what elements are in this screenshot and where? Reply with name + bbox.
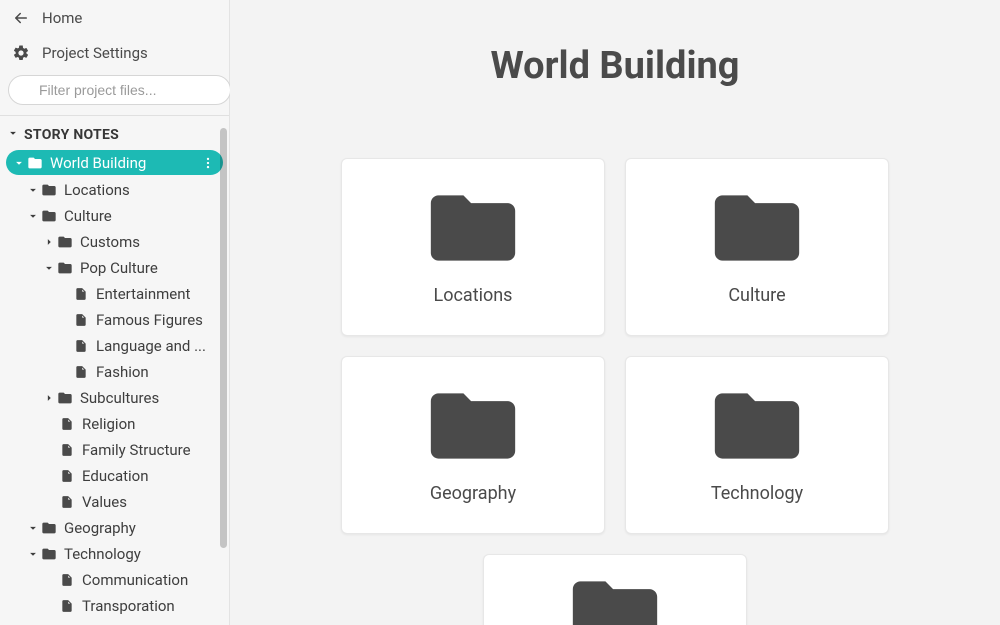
tree-item-culture[interactable]: Culture <box>6 203 223 228</box>
file-icon <box>58 599 76 613</box>
file-icon <box>58 469 76 483</box>
chevron-down-icon <box>6 126 20 144</box>
gear-icon <box>12 44 30 62</box>
chevron-down-icon <box>26 547 40 561</box>
nav-home[interactable]: Home <box>0 0 229 37</box>
tree-item-religion[interactable]: Religion <box>6 411 223 436</box>
tree-item-label: Values <box>82 493 217 511</box>
tree-item-label: Customs <box>80 233 217 251</box>
tree-item-label: Fashion <box>96 363 217 381</box>
tree-item-values[interactable]: Values <box>6 489 223 514</box>
file-icon <box>58 573 76 587</box>
folder-icon <box>569 575 661 625</box>
tree-item-technology[interactable]: Technology <box>6 541 223 566</box>
card-locations[interactable]: Locations <box>341 158 605 336</box>
filter-row <box>0 71 229 116</box>
folder-icon <box>56 390 74 406</box>
tree-item-subcultures[interactable]: Subcultures <box>6 385 223 410</box>
card-partial[interactable] <box>483 554 747 625</box>
file-icon <box>58 495 76 509</box>
sidebar: Home Project Settings STORY NOTES World … <box>0 0 230 625</box>
kebab-icon[interactable] <box>199 156 217 170</box>
tree-item-label: Pop Culture <box>80 259 217 277</box>
tree-item-locations[interactable]: Locations <box>6 177 223 202</box>
folder-icon <box>711 189 803 267</box>
filter-input[interactable] <box>8 75 231 105</box>
card-culture[interactable]: Culture <box>625 158 889 336</box>
file-icon <box>58 417 76 431</box>
folder-icon <box>427 387 519 465</box>
card-label: Culture <box>728 285 785 306</box>
tree-item-label: Subcultures <box>80 389 217 407</box>
chevron-down-icon <box>26 521 40 535</box>
card-label: Locations <box>434 285 513 306</box>
chevron-down-icon <box>12 156 26 170</box>
tree-section-header[interactable]: STORY NOTES <box>0 122 229 148</box>
card-geography[interactable]: Geography <box>341 356 605 534</box>
tree-item-latest-innovations[interactable]: Latest Innovations <box>6 619 223 625</box>
card-grid: Locations Culture Geography Technology <box>335 158 895 625</box>
folder-icon <box>427 189 519 267</box>
tree-item-label: Entertainment <box>96 285 217 303</box>
nav-home-label: Home <box>42 9 82 27</box>
folder-icon <box>711 387 803 465</box>
chevron-down-icon <box>42 261 56 275</box>
tree-item-label: Transporation <box>82 597 217 615</box>
tree-item-label: Technology <box>64 545 217 563</box>
nav-project-settings[interactable]: Project Settings <box>0 35 229 72</box>
tree-item-fashion[interactable]: Fashion <box>6 359 223 384</box>
tree-item-geography[interactable]: Geography <box>6 515 223 540</box>
tree-item-language[interactable]: Language and ... <box>6 333 223 358</box>
tree-item-label: Religion <box>82 415 217 433</box>
card-technology[interactable]: Technology <box>625 356 889 534</box>
file-icon <box>72 339 90 353</box>
file-icon <box>72 313 90 327</box>
tree-item-pop-culture[interactable]: Pop Culture <box>6 255 223 280</box>
tree-item-label: Geography <box>64 519 217 537</box>
file-icon <box>72 365 90 379</box>
main-content: World Building Locations Culture Geograp… <box>230 0 1000 625</box>
tree-item-label: Famous Figures <box>96 311 217 329</box>
tree-item-label: Locations <box>64 181 217 199</box>
folder-icon <box>26 155 44 171</box>
folder-icon <box>40 208 58 224</box>
chevron-down-icon <box>26 209 40 223</box>
tree-item-education[interactable]: Education <box>6 463 223 488</box>
folder-icon <box>56 260 74 276</box>
tree-item-label: Culture <box>64 207 217 225</box>
file-icon <box>72 287 90 301</box>
tree-item-customs[interactable]: Customs <box>6 229 223 254</box>
card-label: Geography <box>430 483 516 504</box>
folder-icon <box>56 234 74 250</box>
tree-item-communication[interactable]: Communication <box>6 567 223 592</box>
folder-icon <box>40 182 58 198</box>
tree-item-transportation[interactable]: Transporation <box>6 593 223 618</box>
file-icon <box>58 443 76 457</box>
folder-icon <box>40 546 58 562</box>
back-arrow-icon <box>12 9 30 27</box>
tree-item-world-building[interactable]: World Building <box>6 150 223 175</box>
tree-item-label: Education <box>82 467 217 485</box>
folder-icon <box>40 520 58 536</box>
chevron-right-icon <box>42 391 56 405</box>
tree-section-label: STORY NOTES <box>24 127 119 143</box>
tree-item-label: Family Structure <box>82 441 217 459</box>
scrollbar[interactable] <box>220 128 227 548</box>
card-label: Technology <box>711 483 803 504</box>
tree-item-family-structure[interactable]: Family Structure <box>6 437 223 462</box>
tree-item-label: World Building <box>50 154 199 172</box>
file-tree: STORY NOTES World Building Locations Cul… <box>0 116 229 625</box>
chevron-down-icon <box>26 183 40 197</box>
tree-item-label: Communication <box>82 571 217 589</box>
tree-item-famous-figures[interactable]: Famous Figures <box>6 307 223 332</box>
tree-item-entertainment[interactable]: Entertainment <box>6 281 223 306</box>
chevron-right-icon <box>42 235 56 249</box>
page-title: World Building <box>230 44 1000 88</box>
nav-settings-label: Project Settings <box>42 44 148 62</box>
tree-item-label: Language and ... <box>96 337 217 355</box>
